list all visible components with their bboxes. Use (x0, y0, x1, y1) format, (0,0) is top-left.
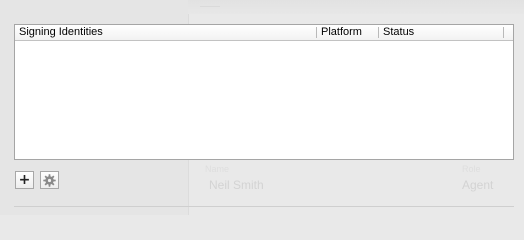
background-label: Role (462, 164, 481, 174)
column-header-status[interactable]: Status (383, 25, 414, 40)
column-header-platform[interactable]: Platform (321, 25, 362, 40)
background-divider-bottom (14, 206, 514, 207)
gear-icon (43, 173, 56, 187)
table-body[interactable] (15, 41, 513, 159)
column-divider[interactable] (378, 27, 379, 38)
background-ghost-role: Agent (462, 178, 494, 192)
column-divider[interactable] (316, 27, 317, 38)
plus-icon: + (18, 172, 31, 188)
background-decoration (200, 6, 220, 7)
column-header-signing-identities[interactable]: Signing Identities (19, 25, 103, 40)
action-menu-button[interactable] (40, 171, 59, 189)
table-header: Signing Identities Platform Status (15, 25, 513, 41)
background-label: Name (205, 164, 230, 174)
add-identity-button[interactable]: + (15, 171, 34, 189)
column-divider[interactable] (503, 27, 504, 38)
signing-identities-table[interactable]: Signing Identities Platform Status (14, 24, 514, 160)
background-ghost-name: Neil Smith (209, 178, 264, 192)
